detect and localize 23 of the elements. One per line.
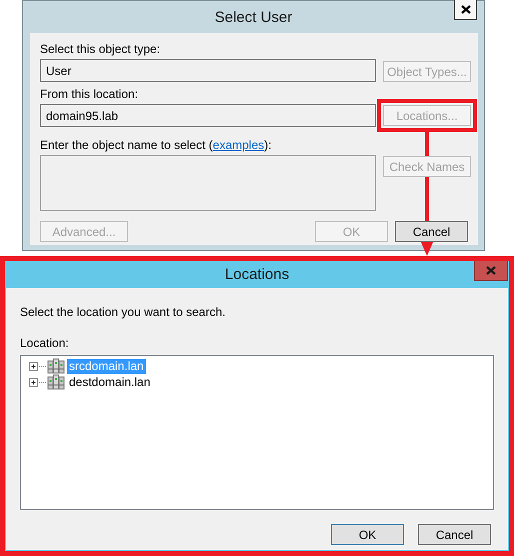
- field-label: Enter the object name to select (examples):: [40, 137, 272, 153]
- examples-link[interactable]: examples: [212, 138, 264, 152]
- input-field[interactable]: [40, 155, 376, 211]
- close-icon: [486, 266, 496, 275]
- close-icon: [460, 5, 470, 14]
- dialog-button[interactable]: Cancel: [418, 524, 491, 545]
- field-label: Select this object type:: [40, 41, 162, 57]
- server-icon: [47, 374, 65, 390]
- expand-icon[interactable]: [29, 362, 47, 370]
- field-label: Location:: [20, 335, 70, 351]
- window-title: Select User: [214, 8, 292, 26]
- close-button[interactable]: [454, 0, 477, 20]
- window-title: Locations: [224, 266, 290, 283]
- tree-item[interactable]: srcdomain.lan: [67, 358, 146, 374]
- server-icon: [47, 358, 65, 374]
- input-field[interactable]: User: [40, 59, 376, 82]
- expand-icon[interactable]: [29, 378, 47, 386]
- field-label: From this location:: [40, 86, 140, 102]
- prompt-text: Select the location you want to search.: [20, 304, 226, 320]
- input-field[interactable]: domain95.lab: [40, 104, 376, 127]
- dialog-button[interactable]: Cancel: [395, 221, 468, 242]
- dialog-button[interactable]: OK: [331, 524, 404, 545]
- tree-item[interactable]: destdomain.lan: [67, 374, 152, 390]
